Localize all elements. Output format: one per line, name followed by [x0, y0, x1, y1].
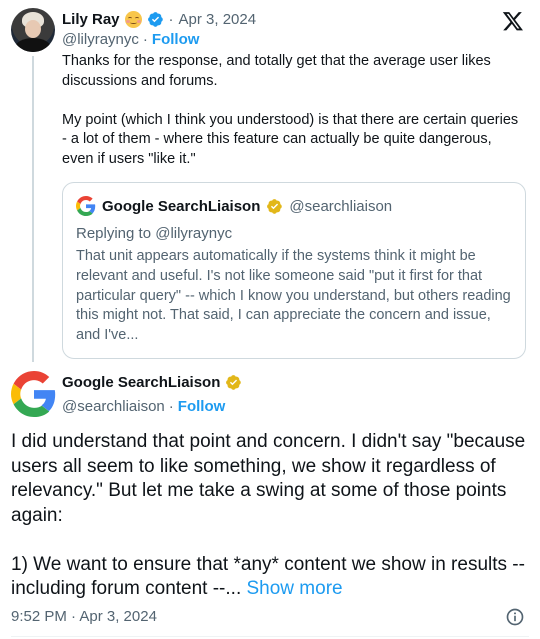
post2-handle[interactable]: @searchliaison — [62, 398, 165, 415]
quote-replying-to: Replying to @lilyraynyc — [76, 225, 233, 242]
post1-separator: · — [168, 10, 174, 28]
avatar-lily-ray[interactable] — [11, 8, 55, 52]
post1-date[interactable]: Apr 3, 2024 — [179, 11, 257, 28]
smiling-face-emoji-icon — [124, 10, 142, 28]
x-logo-icon[interactable] — [501, 10, 525, 32]
post1-header: Lily Ray · Apr 3, 2024 — [62, 9, 256, 29]
avatar-google-logo-icon[interactable] — [11, 371, 57, 417]
post1-author-name[interactable]: Lily Ray — [62, 11, 120, 28]
post2-paragraph-2-wrap: 1) We want to ensure that *any* content … — [11, 553, 531, 602]
post2-follow-button[interactable]: Follow — [178, 398, 226, 415]
info-icon[interactable] — [505, 607, 525, 627]
quote-header: Google SearchLiaison @searchliaison — [76, 196, 392, 216]
bottom-divider — [11, 636, 529, 637]
post1-handle-row: @lilyraynyc · Follow — [62, 31, 199, 48]
quote-author-name: Google SearchLiaison — [102, 197, 261, 215]
quoted-post-card[interactable]: Google SearchLiaison @searchliaison Repl… — [62, 182, 526, 359]
post1-paragraph-2: My point (which I think you understood) … — [62, 111, 519, 167]
post1-handle[interactable]: @lilyraynyc — [62, 31, 139, 48]
verified-badge-icon — [147, 11, 163, 27]
post2-header: Google SearchLiaison — [62, 374, 242, 391]
post2-author-name[interactable]: Google SearchLiaison — [62, 374, 220, 391]
post2-handle-row: @searchliaison · Follow — [62, 398, 225, 415]
post2-timestamp[interactable]: 9:52 PM · Apr 3, 2024 — [11, 608, 157, 625]
quote-handle: @searchliaison — [289, 197, 393, 215]
google-logo-icon — [76, 196, 96, 216]
quote-body-text: That unit appears automatically if the s… — [76, 248, 511, 344]
post2-separator: · — [168, 398, 174, 415]
post1-handle-separator: · — [142, 31, 148, 48]
show-more-link[interactable]: Show more — [247, 578, 343, 599]
post1-body: Thanks for the response, and totally get… — [62, 52, 524, 170]
post1-paragraph-1: Thanks for the response, and totally get… — [62, 53, 491, 89]
gold-checkmark-icon — [267, 198, 283, 214]
thread-connector-line — [32, 56, 34, 362]
gold-checkmark-icon — [226, 375, 242, 390]
post2-body: I did understand that point and concern.… — [11, 430, 531, 602]
post1-follow-button[interactable]: Follow — [152, 31, 200, 48]
post2-paragraph-1: I did understand that point and concern.… — [11, 431, 526, 526]
